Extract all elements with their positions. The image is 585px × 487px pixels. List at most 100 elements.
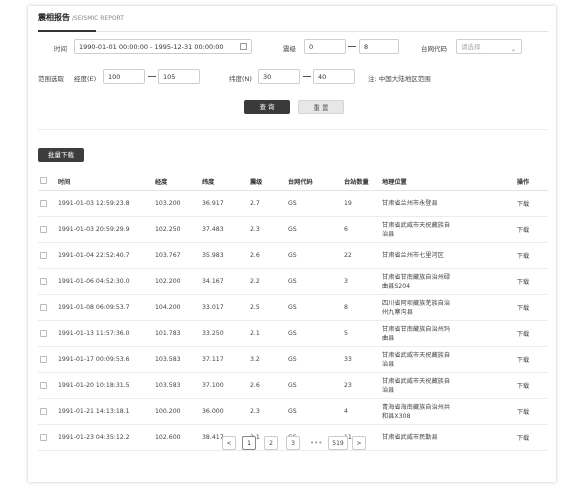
col-header-longitude: 经度 <box>155 172 202 191</box>
table-row[interactable]: 1991-01-04 22:52:40.7 103.767 35.983 2.6 GS 2… <box>38 242 548 269</box>
page-subtitle: /SEISMIC REPORT <box>72 15 124 22</box>
table-row[interactable]: 1991-01-08 06:09:53.7 104.200 33.017 2.5 GS 8… <box>38 294 548 321</box>
download-link[interactable]: 下载 <box>498 346 548 373</box>
magnitude-label: 震级 <box>283 45 296 53</box>
table-row[interactable]: 1991-01-21 14:13:18.1 100.200 36.000 2.3 GS 4… <box>38 398 548 425</box>
query-button[interactable]: 查 询 <box>244 100 290 114</box>
download-link[interactable]: 下载 <box>498 294 548 321</box>
download-link[interactable]: 下载 <box>498 320 548 347</box>
cell-station-count: 23 <box>344 372 382 399</box>
row-checkbox[interactable] <box>40 225 47 233</box>
cell-longitude: 103.583 <box>155 346 202 373</box>
pagination-page-1[interactable]: 1 <box>242 436 256 450</box>
download-link[interactable]: 下载 <box>498 190 548 217</box>
row-checkbox[interactable] <box>40 381 47 389</box>
table-row[interactable]: 1991-01-17 00:09:53.6 103.583 37.117 3.2 GS 3… <box>38 346 548 373</box>
row-checkbox-cell <box>38 190 58 217</box>
latitude-dash <box>303 76 311 77</box>
location-line-1: 甘肃省兰州市永登县 <box>382 200 438 207</box>
location-line-1: 甘肃省甘南藏族自治州碌 <box>382 273 451 281</box>
location-line-1: 甘肃省甘南藏族自治州玛 <box>382 325 451 333</box>
download-link[interactable]: 下载 <box>498 424 548 451</box>
row-checkbox[interactable] <box>40 329 47 337</box>
pagination-last-page[interactable]: 519 <box>328 436 348 450</box>
section-divider <box>38 129 548 130</box>
chevron-down-icon[interactable]: ⌄ <box>511 42 516 53</box>
magnitude-min-input[interactable]: 0 <box>304 39 346 54</box>
pagination-next-button[interactable]: > <box>352 436 366 450</box>
select-all-checkbox[interactable] <box>40 177 47 185</box>
row-checkbox[interactable] <box>40 433 47 441</box>
download-link[interactable]: 下载 <box>498 398 548 425</box>
cell-location: 甘肃省甘南藏族自治州碌 曲县S204 <box>382 268 498 295</box>
pagination-page-3[interactable]: 3 <box>286 436 300 450</box>
cell-station-count: 22 <box>344 242 382 269</box>
longitude-max-input[interactable]: 105 <box>158 69 200 84</box>
col-header-latitude: 纬度 <box>202 172 250 191</box>
cell-station-count: 33 <box>344 346 382 373</box>
cell-magnitude: 2.3 <box>250 216 288 243</box>
table-row[interactable]: 1991-01-06 04:52:30.0 102.200 34.167 2.2 GS 3… <box>38 268 548 295</box>
reset-button[interactable]: 重 置 <box>298 100 344 114</box>
select-all-cell <box>38 172 58 191</box>
cell-longitude: 100.200 <box>155 398 202 425</box>
row-checkbox[interactable] <box>40 355 47 363</box>
network-code-select[interactable]: 请选择 ⌄ <box>456 39 522 54</box>
cell-location: 甘肃省兰州市七里河区 <box>382 242 498 269</box>
pagination-ellipsis[interactable]: ••• <box>310 436 322 450</box>
download-link[interactable]: 下载 <box>498 268 548 295</box>
calendar-icon[interactable] <box>240 43 247 50</box>
table-row[interactable]: 1991-01-03 12:59:23.8 103.200 36.917 2.7 GS 1… <box>38 190 548 217</box>
cell-location: 四川省阿坝藏族羌族自治 州九寨沟县 <box>382 294 498 321</box>
cell-time: 1991-01-08 06:09:53.7 <box>58 294 155 321</box>
row-checkbox[interactable] <box>40 277 47 285</box>
cell-time: 1991-01-04 22:52:40.7 <box>58 242 155 269</box>
region-note: 注: 中国大陆地区范围 <box>368 75 431 83</box>
cell-time: 1991-01-06 04:52:30.0 <box>58 268 155 295</box>
row-checkbox-cell <box>38 398 58 425</box>
row-checkbox[interactable] <box>40 407 47 415</box>
location-line-1: 甘肃省武威市民勤县 <box>382 434 438 441</box>
row-checkbox[interactable] <box>40 303 47 311</box>
pagination-page-2[interactable]: 2 <box>264 436 278 450</box>
row-checkbox-cell <box>38 372 58 399</box>
magnitude-dash <box>348 46 356 47</box>
cell-magnitude: 2.3 <box>250 398 288 425</box>
pagination-prev-button[interactable]: < <box>222 436 236 450</box>
cell-latitude: 37.483 <box>202 216 250 243</box>
download-link[interactable]: 下载 <box>498 372 548 399</box>
latitude-min-input[interactable]: 30 <box>258 69 300 84</box>
cell-magnitude: 2.5 <box>250 294 288 321</box>
location-line-1: 甘肃省兰州市七里河区 <box>382 252 444 259</box>
batch-download-button[interactable]: 批量下载 <box>38 148 84 162</box>
download-link[interactable]: 下载 <box>498 216 548 243</box>
row-checkbox-cell <box>38 320 58 347</box>
cell-network-code: GS <box>288 398 344 425</box>
cell-time: 1991-01-21 14:13:18.1 <box>58 398 155 425</box>
cell-location: 甘肃省武威市天祝藏族自 治县 <box>382 346 498 373</box>
cell-longitude: 102.250 <box>155 216 202 243</box>
table-row[interactable]: 1991-01-03 20:59:29.9 102.250 37.483 2.3 GS 6… <box>38 216 548 243</box>
latitude-max-input[interactable]: 40 <box>313 69 355 84</box>
row-checkbox[interactable] <box>40 251 47 259</box>
cell-time: 1991-01-03 12:59:23.8 <box>58 190 155 217</box>
location-line-1: 甘肃省武威市天祝藏族自 <box>382 377 451 385</box>
cell-longitude: 101.783 <box>155 320 202 347</box>
table-row[interactable]: 1991-01-20 10:18:31.5 103.583 37.100 2.6 GS 2… <box>38 372 548 399</box>
longitude-dash <box>148 76 156 77</box>
table-row[interactable]: 1991-01-13 11:57:36.0 101.783 33.250 2.1 GS 5… <box>38 320 548 347</box>
cell-latitude: 37.100 <box>202 372 250 399</box>
time-range-input[interactable]: 1990-01-01 00:00:00 - 1995-12-31 00:00:0… <box>74 39 252 54</box>
cell-station-count: 4 <box>344 398 382 425</box>
location-line-1: 甘肃省武威市天祝藏族自 <box>382 351 451 359</box>
cell-longitude: 103.583 <box>155 372 202 399</box>
row-checkbox-cell <box>38 216 58 243</box>
magnitude-max-input[interactable]: 8 <box>359 39 399 54</box>
row-checkbox[interactable] <box>40 199 47 207</box>
header-divider <box>38 31 548 32</box>
cell-magnitude: 2.2 <box>250 268 288 295</box>
download-link[interactable]: 下载 <box>498 242 548 269</box>
longitude-min-input[interactable]: 100 <box>103 69 145 84</box>
cell-station-count: 19 <box>344 190 382 217</box>
range-select-label: 范围选取 <box>38 75 64 83</box>
